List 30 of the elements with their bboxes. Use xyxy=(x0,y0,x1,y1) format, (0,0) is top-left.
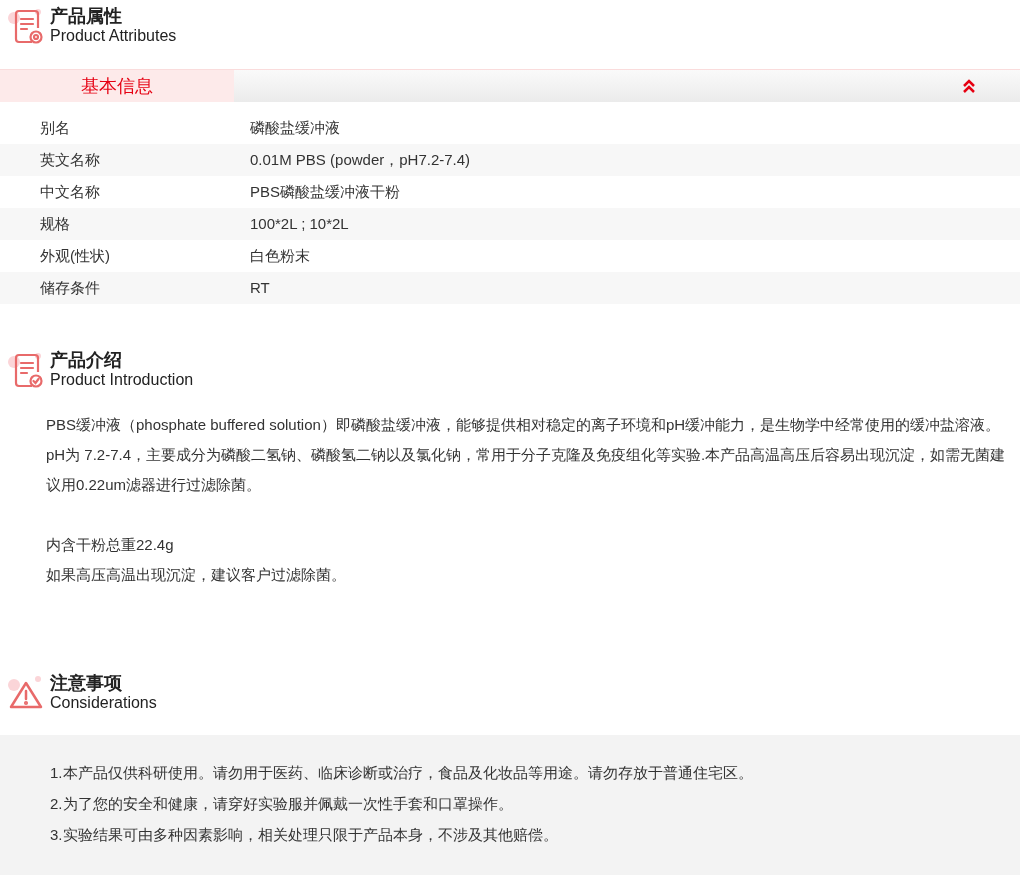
section-subtitle: Product Introduction xyxy=(50,370,194,390)
attribute-label: 别名 xyxy=(39,117,71,138)
consideration-item: 1.本产品仅供科研使用。请勿用于医药、临床诊断或治疗，食品及化妆品等用途。请勿存放于普通住宅区。 xyxy=(50,763,754,783)
section-title: 注意事项 xyxy=(50,673,123,693)
consideration-item: 2.为了您的安全和健康，请穿好实验服并佩戴一次性手套和口罩操作。 xyxy=(50,794,514,814)
attribute-label: 规格 xyxy=(39,213,71,234)
attribute-label: 储存条件 xyxy=(39,277,101,298)
attribute-value: RT xyxy=(250,277,270,298)
double-chevron-up-icon[interactable] xyxy=(962,79,976,93)
attribute-label: 外观(性状) xyxy=(39,245,111,266)
section-title: 产品属性 xyxy=(50,6,123,26)
attribute-value: 0.01M PBS (powder，pH7.2-7.4) xyxy=(250,149,471,170)
description-paragraph: PBS缓冲液（phosphate buffered solution）即磷酸盐缓冲液，能够提供相对稳定的离子环境和pH缓冲能力，是生物学中经常使用的缓冲盐溶液。pH为 7.2-7.4，主要成分为磷酸二氢钠、磷酸氢二钠以及氯化钠，常用于分子克隆及免疫组化等实验.本产品高温高压后容易出现沉淀，如需无菌建议用0.22um滤器进行过滤除菌。 xyxy=(46,415,1007,495)
warning-icon xyxy=(8,675,44,711)
section-tab[interactable]: 基本信息 xyxy=(0,70,234,102)
attribute-label: 中文名称 xyxy=(39,181,101,202)
section-title: 产品介绍 xyxy=(50,350,123,370)
consideration-item: 3.实验结果可由多种因素影响，相关处理只限于产品本身，不涉及其他赔偿。 xyxy=(50,825,559,845)
attribute-value: PBS磷酸盐缓冲液干粉 xyxy=(250,181,400,202)
document-gear-icon xyxy=(8,8,44,44)
note-text: 如果高压高温出现沉淀，建议客户过滤除菌。 xyxy=(46,565,347,585)
section-subtitle: Product Attributes xyxy=(50,26,177,46)
section-bar[interactable]: 基本信息 xyxy=(0,69,1020,102)
note-text: 内含干粉总重22.4g xyxy=(46,535,175,555)
document-check-icon xyxy=(8,352,44,388)
attribute-value: 白色粉末 xyxy=(250,245,310,266)
attribute-value: 磷酸盐缓冲液 xyxy=(250,117,340,138)
attribute-label: 英文名称 xyxy=(39,149,101,170)
attribute-value: 100*2L ; 10*2L xyxy=(250,213,349,234)
section-subtitle: Considerations xyxy=(50,693,157,713)
